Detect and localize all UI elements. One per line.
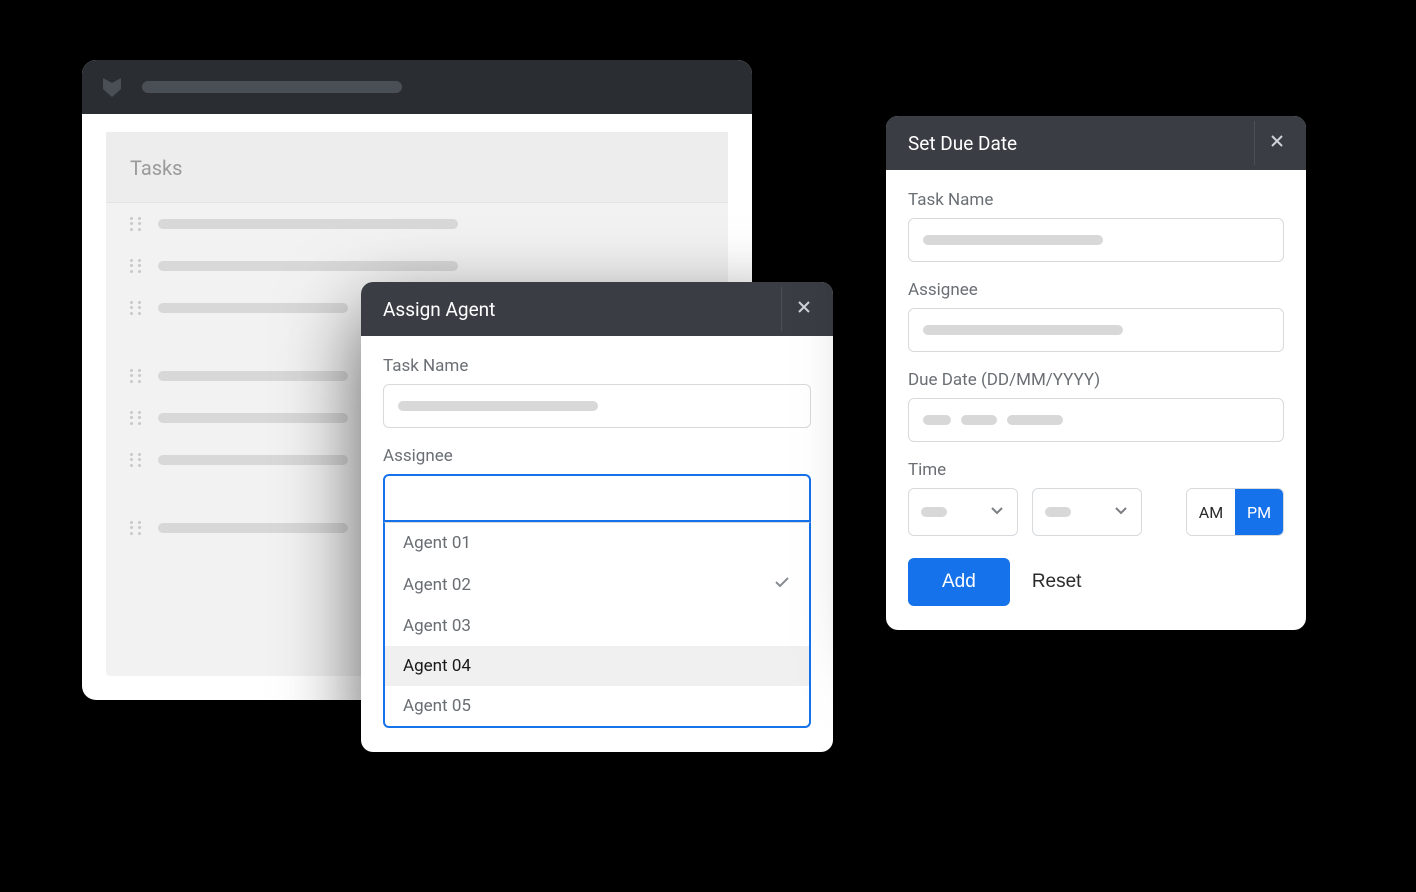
option-label: Agent 03 xyxy=(403,616,471,636)
modal-title: Set Due Date xyxy=(908,132,1017,155)
minute-select[interactable] xyxy=(1032,488,1142,536)
option-label: Agent 01 xyxy=(403,533,471,553)
task-placeholder xyxy=(158,371,348,381)
close-button[interactable] xyxy=(1254,121,1298,165)
check-icon xyxy=(773,573,791,596)
chevron-down-icon xyxy=(989,502,1005,522)
modal-title: Assign Agent xyxy=(383,298,495,321)
option-label: Agent 05 xyxy=(403,696,471,716)
assignee-option[interactable]: Agent 05 xyxy=(385,686,809,726)
date-segment-placeholder xyxy=(1007,415,1063,425)
task-placeholder xyxy=(158,413,348,423)
assignee-input[interactable] xyxy=(908,308,1284,352)
input-placeholder xyxy=(398,401,598,411)
option-label: Agent 02 xyxy=(403,575,471,595)
option-label: Agent 04 xyxy=(403,656,471,676)
drag-handle-icon[interactable] xyxy=(130,369,144,383)
task-name-input[interactable] xyxy=(908,218,1284,262)
assignee-label: Assignee xyxy=(383,446,811,466)
assignee-combobox-input[interactable] xyxy=(383,474,811,522)
due-date-label: Due Date (DD/MM/YYYY) xyxy=(908,370,1284,390)
modal-header: Assign Agent xyxy=(361,282,833,336)
assignee-option[interactable]: Agent 03 xyxy=(385,606,809,646)
close-icon xyxy=(1268,132,1286,155)
date-segment-placeholder xyxy=(923,415,951,425)
assignee-option[interactable]: Agent 01 xyxy=(385,523,809,563)
chevron-down-icon xyxy=(1113,502,1129,522)
header-placeholder xyxy=(142,81,402,93)
assignee-option[interactable]: Agent 04 xyxy=(385,646,809,686)
drag-handle-icon[interactable] xyxy=(130,259,144,273)
modal-header: Set Due Date xyxy=(886,116,1306,170)
input-placeholder xyxy=(923,235,1103,245)
drag-handle-icon[interactable] xyxy=(130,453,144,467)
close-icon xyxy=(795,298,813,321)
drag-handle-icon[interactable] xyxy=(130,217,144,231)
app-header xyxy=(82,60,752,114)
close-button[interactable] xyxy=(781,287,825,331)
task-placeholder xyxy=(158,523,348,533)
task-placeholder xyxy=(158,261,458,271)
input-placeholder xyxy=(923,325,1123,335)
am-button[interactable]: AM xyxy=(1187,489,1235,535)
ampm-toggle: AM PM xyxy=(1186,488,1284,536)
task-name-input[interactable] xyxy=(383,384,811,428)
drag-handle-icon[interactable] xyxy=(130,411,144,425)
set-due-date-modal: Set Due Date Task Name Assignee Due Date… xyxy=(886,116,1306,630)
assignee-combobox-list: Agent 01 Agent 02 Agent 03 Agent 04 Agent 05 xyxy=(383,522,811,728)
drag-handle-icon[interactable] xyxy=(130,301,144,315)
assign-agent-modal: Assign Agent Task Name Assignee Agent 01… xyxy=(361,282,833,752)
select-placeholder xyxy=(1045,507,1071,517)
tasks-section-title: Tasks xyxy=(106,132,728,203)
task-name-label: Task Name xyxy=(383,356,811,376)
hour-select[interactable] xyxy=(908,488,1018,536)
task-placeholder xyxy=(158,303,348,313)
pm-button[interactable]: PM xyxy=(1235,489,1283,535)
select-placeholder xyxy=(921,507,947,517)
task-placeholder xyxy=(158,219,458,229)
task-placeholder xyxy=(158,455,348,465)
assignee-option[interactable]: Agent 02 xyxy=(385,563,809,606)
reset-button[interactable]: Reset xyxy=(1032,571,1082,593)
task-name-label: Task Name xyxy=(908,190,1284,210)
drag-handle-icon[interactable] xyxy=(130,521,144,535)
fox-logo-icon xyxy=(100,75,124,99)
due-date-input[interactable] xyxy=(908,398,1284,442)
add-button[interactable]: Add xyxy=(908,558,1010,606)
task-row[interactable] xyxy=(106,203,728,245)
date-segment-placeholder xyxy=(961,415,997,425)
assignee-label: Assignee xyxy=(908,280,1284,300)
task-row[interactable] xyxy=(106,245,728,287)
time-label: Time xyxy=(908,460,1284,480)
